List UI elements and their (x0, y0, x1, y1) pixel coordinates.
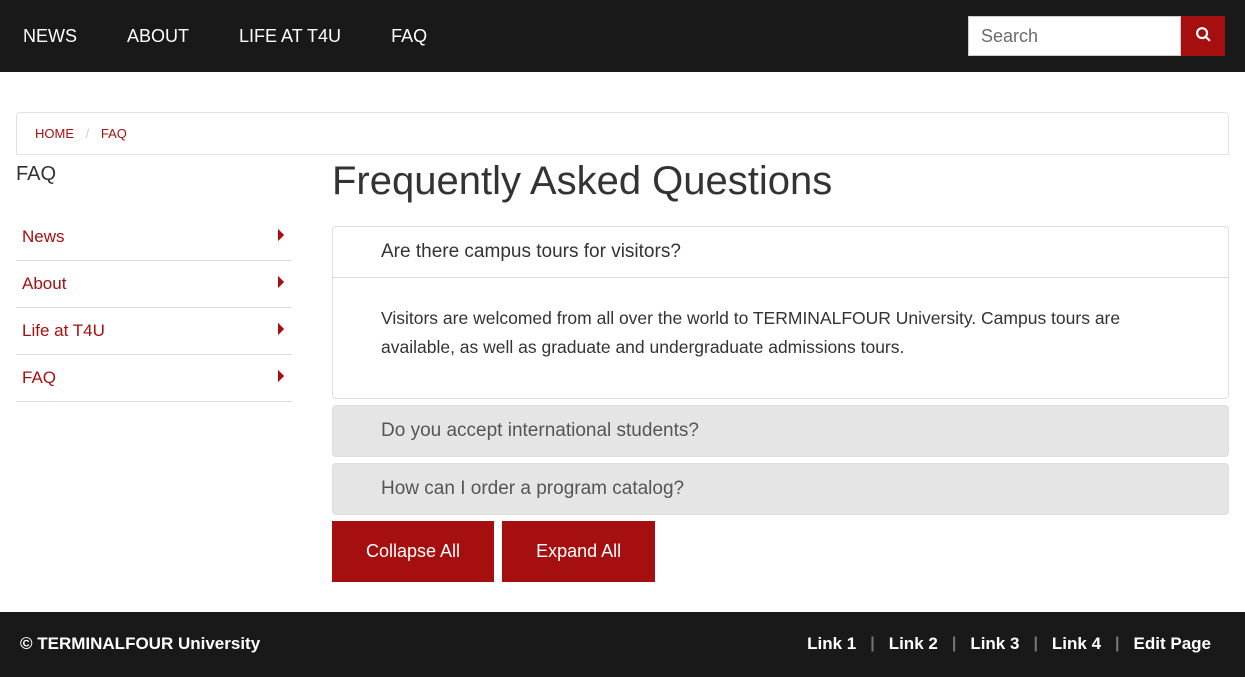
footer-link-4[interactable]: Link 4 (1038, 634, 1115, 654)
top-nav-items: NEWS ABOUT LIFE AT T4U FAQ (20, 26, 427, 47)
nav-item-news[interactable]: NEWS (23, 26, 77, 47)
chevron-right-icon (277, 275, 286, 294)
sidebar: FAQ News About Life at T4U (16, 155, 292, 582)
search-input[interactable] (968, 16, 1181, 56)
accordion-item-3: How can I order a program catalog? (332, 463, 1229, 515)
breadcrumb-home[interactable]: HOME (35, 126, 74, 141)
breadcrumb: HOME / FAQ (16, 112, 1229, 155)
sidebar-item-label: News (22, 227, 65, 247)
chevron-right-icon (277, 322, 286, 341)
nav-item-faq[interactable]: FAQ (391, 26, 427, 47)
search-button[interactable] (1181, 16, 1225, 56)
search-icon (1195, 26, 1212, 46)
sidebar-title: FAQ (16, 163, 292, 186)
nav-item-life[interactable]: LIFE AT T4U (239, 26, 341, 47)
accordion-header[interactable]: How can I order a program catalog? (333, 464, 1228, 514)
expand-all-button[interactable]: Expand All (502, 521, 655, 582)
sidebar-item-label: FAQ (22, 368, 56, 388)
sidebar-list: News About Life at T4U FAQ (16, 214, 292, 402)
accordion-header[interactable]: Are there campus tours for visitors? (333, 227, 1228, 277)
chevron-right-icon (277, 228, 286, 247)
footer-link-3[interactable]: Link 3 (956, 634, 1033, 654)
sidebar-item-label: About (22, 274, 66, 294)
sidebar-item-about[interactable]: About (16, 261, 292, 308)
top-nav: NEWS ABOUT LIFE AT T4U FAQ (0, 0, 1245, 72)
footer-copyright: © TERMINALFOUR University (20, 634, 260, 654)
sidebar-item-label: Life at T4U (22, 321, 105, 341)
nav-item-about[interactable]: ABOUT (127, 26, 189, 47)
main-content: Frequently Asked Questions Are there cam… (332, 155, 1229, 582)
accordion-item-1: Are there campus tours for visitors? Vis… (332, 226, 1229, 399)
breadcrumb-current[interactable]: FAQ (101, 126, 127, 141)
footer-links: Link 1 | Link 2 | Link 3 | Link 4 | Edit… (793, 634, 1225, 654)
collapse-all-button[interactable]: Collapse All (332, 521, 494, 582)
accordion-body: Visitors are welcomed from all over the … (333, 277, 1228, 398)
sidebar-item-news[interactable]: News (16, 214, 292, 261)
footer-link-1[interactable]: Link 1 (793, 634, 870, 654)
footer: © TERMINALFOUR University Link 1 | Link … (0, 612, 1245, 677)
chevron-right-icon (277, 369, 286, 388)
footer-link-2[interactable]: Link 2 (875, 634, 952, 654)
page-title: Frequently Asked Questions (332, 159, 1229, 204)
button-row: Collapse All Expand All (332, 521, 1229, 582)
accordion-item-2: Do you accept international students? (332, 405, 1229, 457)
footer-link-edit[interactable]: Edit Page (1120, 634, 1225, 654)
sidebar-item-life[interactable]: Life at T4U (16, 308, 292, 355)
breadcrumb-sep: / (86, 126, 90, 141)
accordion-header[interactable]: Do you accept international students? (333, 406, 1228, 456)
search-wrap (968, 16, 1225, 56)
main-layout: FAQ News About Life at T4U (0, 155, 1245, 612)
sidebar-item-faq[interactable]: FAQ (16, 355, 292, 402)
